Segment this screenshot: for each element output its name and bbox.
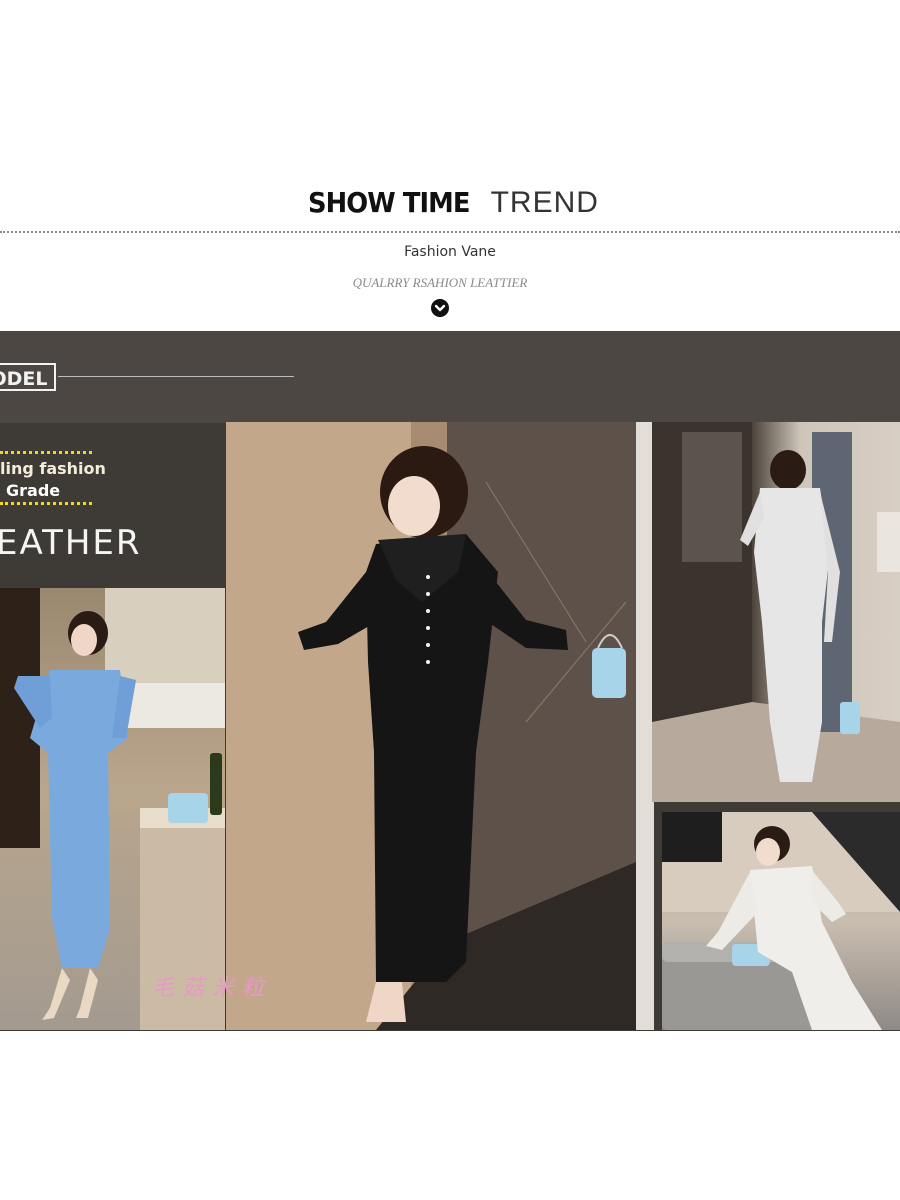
chevron-down-circle-icon[interactable] xyxy=(431,299,449,317)
leather-word: EATHER xyxy=(0,523,142,563)
black-dress-photo xyxy=(226,422,654,1030)
dotted-divider xyxy=(0,231,900,233)
white-dress-back-photo xyxy=(652,422,900,802)
page-header: SHOW TIME TREND Fashion Vane QUALRRY RSAH… xyxy=(0,0,900,330)
headline-bold: SHOW TIME xyxy=(308,186,470,219)
grade-text: Grade xyxy=(6,481,61,500)
blue-dress-photo xyxy=(0,588,225,1030)
yellow-dotted-rule-bottom xyxy=(0,502,92,505)
model-rule xyxy=(58,376,294,377)
fashion-text: ling fashion xyxy=(0,459,106,478)
tagline: QUALRRY RSAHION LEATTIER xyxy=(352,275,528,290)
yellow-dotted-rule-top xyxy=(0,451,92,454)
headline: SHOW TIME TREND xyxy=(0,186,900,220)
white-dress-seated-photo xyxy=(662,812,900,1030)
subtitle: Fashion Vane xyxy=(404,244,496,260)
model-label: ODEL xyxy=(0,363,56,391)
headline-light: TREND xyxy=(490,186,599,219)
watermark: 毛菇米粒 xyxy=(152,976,273,1001)
